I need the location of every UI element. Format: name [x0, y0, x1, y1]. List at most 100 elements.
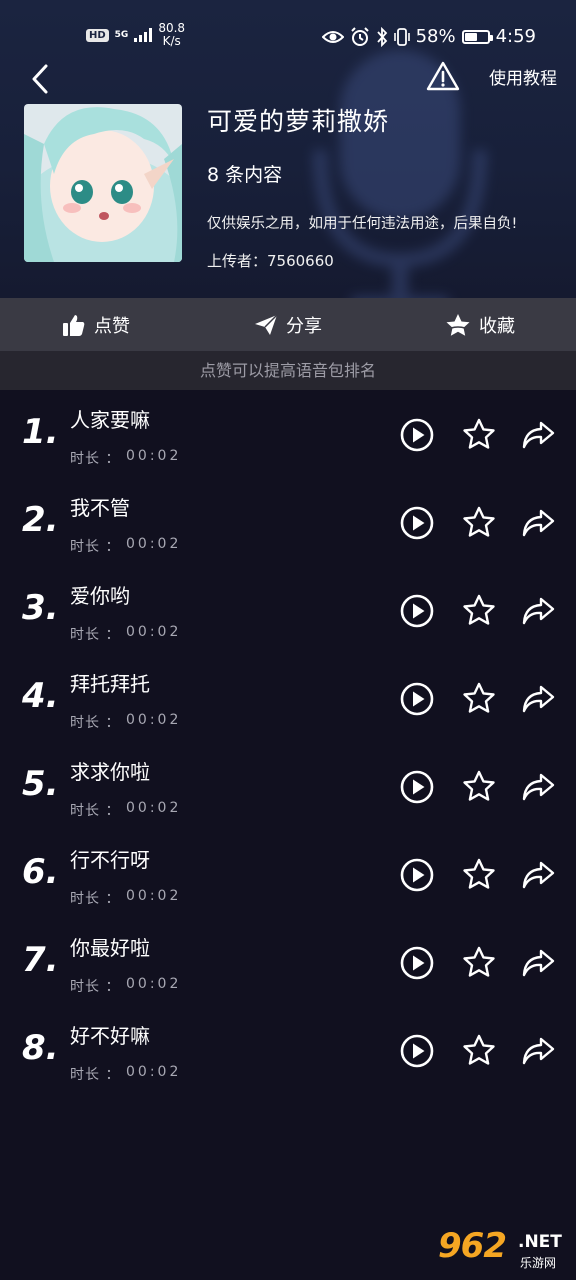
disclaimer-text: 仅供娱乐之用，如用于任何违法用途，后果自负!	[207, 216, 518, 232]
item-number: 8.	[22, 1028, 59, 1068]
network-speed: 80.8 K/s	[158, 22, 185, 48]
duration-value: 00:02	[126, 536, 182, 552]
duration-label: 时长 ：	[70, 627, 121, 643]
share-arrow-icon[interactable]	[519, 416, 557, 454]
star-outline-icon[interactable]	[460, 856, 498, 894]
list-item[interactable]: 7. 你最好啦时长 ： 00:02	[0, 920, 576, 1008]
play-circle-icon[interactable]	[398, 856, 436, 894]
item-name: 你最好啦	[70, 936, 150, 960]
play-circle-icon[interactable]	[398, 768, 436, 806]
thumbs-up-icon	[63, 314, 85, 336]
vibrate-icon	[393, 27, 410, 46]
share-button[interactable]: 分享	[192, 298, 384, 351]
network-type: 5G	[114, 30, 129, 40]
share-arrow-icon[interactable]	[519, 768, 557, 806]
star-outline-icon[interactable]	[460, 680, 498, 718]
duration-value: 00:02	[126, 888, 182, 904]
like-hint-banner: 点赞可以提高语音包排名	[0, 351, 576, 390]
duration-value: 00:02	[126, 712, 182, 728]
watermark-logo: 962 .NET 乐游网	[438, 1226, 574, 1276]
share-arrow-icon[interactable]	[519, 1032, 557, 1070]
uploader-text: 上传者：7560660	[207, 252, 334, 270]
share-arrow-icon[interactable]	[519, 592, 557, 630]
duration-value: 00:02	[126, 448, 182, 464]
status-left: HD 5G 80.8 K/s	[86, 22, 185, 48]
alarm-icon	[350, 26, 369, 46]
play-circle-icon[interactable]	[398, 944, 436, 982]
tutorial-link[interactable]: 使用教程	[489, 64, 557, 89]
item-name: 爱你哟	[70, 584, 130, 608]
play-circle-icon[interactable]	[398, 592, 436, 630]
duration-label: 时长 ：	[70, 979, 121, 995]
item-number: 2.	[22, 500, 59, 540]
list-item[interactable]: 5. 求求你啦 时长 ： 00:02	[0, 744, 576, 832]
bluetooth-icon	[376, 26, 387, 47]
status-right: 58% 4:59	[321, 26, 536, 47]
share-arrow-icon[interactable]	[519, 944, 557, 982]
list-item[interactable]: 4. 拜托拜托 时长 ： 00:02	[0, 656, 576, 744]
play-circle-icon[interactable]	[398, 680, 436, 718]
star-outline-icon[interactable]	[460, 504, 498, 542]
duration-label: 时长 ：	[70, 1067, 121, 1083]
star-outline-icon[interactable]	[460, 416, 498, 454]
item-name: 我不管	[70, 496, 130, 520]
status-bar: HD 5G 80.8 K/s 58% 4:59	[0, 18, 576, 58]
speed-unit: K/s	[162, 34, 181, 48]
watermark-main: 962	[438, 1226, 507, 1266]
item-number: 7.	[22, 940, 59, 980]
duration-label: 时长 ：	[70, 891, 121, 907]
hd-badge: HD	[86, 28, 109, 42]
star-outline-icon[interactable]	[460, 944, 498, 982]
play-circle-icon[interactable]	[398, 504, 436, 542]
share-arrow-icon[interactable]	[519, 504, 557, 542]
play-circle-icon[interactable]	[398, 1032, 436, 1070]
duration-value: 00:02	[126, 800, 182, 816]
duration-label: 时长 ：	[70, 539, 121, 555]
item-count: 8 条内容	[207, 164, 283, 186]
duration-label: 时长 ：	[70, 715, 121, 731]
item-name: 行不行呀	[70, 848, 150, 872]
star-icon	[446, 313, 470, 336]
clock: 4:59	[495, 26, 536, 47]
paper-plane-icon	[255, 313, 278, 335]
list-item[interactable]: 8. 好不好嘛时长 ： 00:02	[0, 1008, 576, 1096]
duration-value: 00:02	[126, 1064, 182, 1080]
item-name: 拜托拜托	[70, 672, 150, 696]
album-title: 可爱的萝莉撒娇	[207, 107, 390, 136]
action-bar: 点赞 分享 收藏	[0, 298, 576, 351]
share-label: 分享	[286, 315, 322, 337]
item-number: 3.	[22, 588, 59, 628]
speed-value: 80.8	[158, 21, 186, 35]
collect-button[interactable]: 收藏	[384, 298, 576, 351]
item-name: 人家要嘛	[70, 408, 150, 432]
share-arrow-icon[interactable]	[519, 856, 557, 894]
collect-label: 收藏	[479, 315, 515, 337]
voice-pack-detail-screen: HD 5G 80.8 K/s 58% 4:59 使用教程 可爱的萝莉撒娇 8 条…	[0, 0, 576, 1280]
battery-icon	[461, 29, 493, 44]
like-button[interactable]: 点赞	[0, 298, 192, 351]
star-outline-icon[interactable]	[460, 768, 498, 806]
item-number: 5.	[22, 764, 59, 804]
list-item[interactable]: 2. 我不管时长 ： 00:02	[0, 480, 576, 568]
like-label: 点赞	[94, 315, 130, 337]
eye-icon	[321, 30, 344, 43]
watermark-net: .NET	[518, 1232, 562, 1252]
list-item[interactable]: 6. 行不行呀时长 ： 00:02	[0, 832, 576, 920]
warning-triangle-icon[interactable]	[426, 60, 460, 92]
share-arrow-icon[interactable]	[519, 680, 557, 718]
duration-value: 00:02	[126, 976, 182, 992]
back-button[interactable]	[26, 62, 56, 96]
item-name: 好不好嘛	[70, 1024, 150, 1048]
list-item[interactable]: 1. 人家要嘛 时长 ： 00:02	[0, 392, 576, 480]
item-number: 6.	[22, 852, 59, 892]
star-outline-icon[interactable]	[460, 1032, 498, 1070]
signal-icon	[134, 28, 153, 42]
album-cover	[24, 104, 182, 262]
battery-percent: 58%	[415, 26, 456, 47]
item-number: 1.	[22, 412, 59, 452]
list-item[interactable]: 3. 爱你哟 时长 ： 00:02	[0, 568, 576, 656]
duration-label: 时长 ：	[70, 803, 121, 819]
watermark-sub: 乐游网	[520, 1256, 557, 1270]
star-outline-icon[interactable]	[460, 592, 498, 630]
play-circle-icon[interactable]	[398, 416, 436, 454]
